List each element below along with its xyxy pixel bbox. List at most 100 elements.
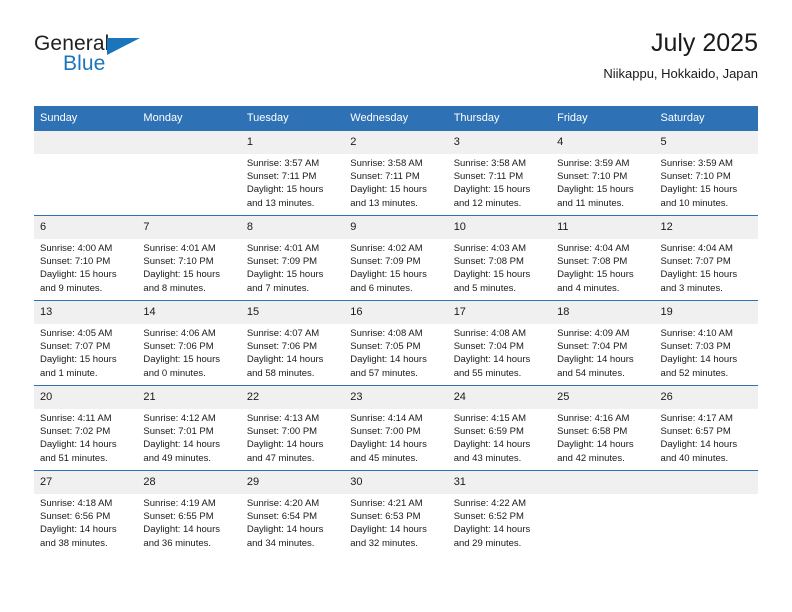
day-number: 14	[137, 301, 241, 324]
sunrise-text: Sunrise: 4:14 AM	[350, 413, 423, 424]
day-sun-info: Sunrise: 4:07 AM Sunset: 7:06 PM Daylight:…	[241, 324, 344, 380]
sunset-text: Sunset: 7:10 PM	[557, 171, 628, 183]
daylight-text: Daylight: 15 hours and 13 minutes.	[246, 184, 324, 209]
day-sun-info: Sunrise: 4:01 AM Sunset: 7:10 PM Daylight:…	[137, 239, 240, 295]
day-number: 9	[344, 216, 448, 239]
calendar-day-cell[interactable]: 31 Sunrise: 4:22 AM Sunset: 6:52 PM Dayligh…	[447, 470, 552, 555]
calendar-day-cell[interactable]: 22 Sunrise: 4:13 AM Sunset: 7:00 PM Dayligh…	[240, 385, 345, 471]
calendar-page: General Blue July 2025 Niikappu, Hokkaid…	[0, 0, 792, 612]
weekday-header-wednesday: Wednesday	[344, 106, 448, 131]
weekday-header-sunday: Sunday	[34, 106, 138, 131]
calendar-day-cell[interactable]: 14 Sunrise: 4:06 AM Sunset: 7:06 PM Dayligh…	[137, 300, 241, 386]
day-number	[34, 131, 138, 154]
calendar-day-cell[interactable]: 13 Sunrise: 4:05 AM Sunset: 7:07 PM Dayligh…	[34, 300, 138, 386]
day-number: 12	[654, 216, 758, 239]
page-title: July 2025	[650, 29, 758, 57]
sunset-text: Sunset: 6:56 PM	[40, 511, 111, 523]
brand-logo[interactable]: General Blue	[34, 32, 164, 84]
sunrise-text: Sunrise: 4:05 AM	[40, 328, 113, 339]
weekday-header-saturday: Saturday	[654, 106, 758, 131]
weekday-header-thursday: Thursday	[447, 106, 552, 131]
day-sun-info: Sunrise: 4:01 AM Sunset: 7:09 PM Daylight:…	[241, 239, 344, 295]
daylight-text: Daylight: 14 hours and 43 minutes.	[453, 439, 531, 464]
calendar-day-cell[interactable]: 6 Sunrise: 4:00 AM Sunset: 7:10 PM Daylight…	[34, 215, 138, 301]
calendar-day-cell[interactable]: 23 Sunrise: 4:14 AM Sunset: 7:00 PM Dayligh…	[344, 385, 448, 471]
calendar-day-cell[interactable]: 29 Sunrise: 4:20 AM Sunset: 6:54 PM Dayligh…	[240, 470, 345, 555]
calendar-day-cell[interactable]: 3 Sunrise: 3:58 AM Sunset: 7:11 PM Daylight…	[447, 131, 552, 216]
day-sun-info: Sunrise: 4:18 AM Sunset: 6:56 PM Daylight:…	[34, 494, 137, 550]
daylight-text: Daylight: 14 hours and 38 minutes.	[40, 524, 117, 549]
sunrise-text: Sunrise: 4:01 AM	[246, 243, 320, 254]
calendar-week-row: 13 Sunrise: 4:05 AM Sunset: 7:07 PM Dayligh…	[34, 300, 758, 386]
calendar-day-cell[interactable]: 5 Sunrise: 3:59 AM Sunset: 7:10 PM Daylight…	[654, 131, 758, 216]
day-number	[137, 131, 241, 154]
calendar-day-cell[interactable]: 8 Sunrise: 4:01 AM Sunset: 7:09 PM Daylight…	[240, 215, 345, 301]
daylight-text: Daylight: 15 hours and 9 minutes.	[40, 269, 117, 294]
daylight-text: Daylight: 15 hours and 6 minutes.	[350, 269, 427, 294]
sunrise-text: Sunrise: 4:06 AM	[143, 328, 216, 339]
calendar-day-cell[interactable]: 17 Sunrise: 4:08 AM Sunset: 7:04 PM Dayligh…	[447, 300, 552, 386]
calendar-day-cell[interactable]: 21 Sunrise: 4:12 AM Sunset: 7:01 PM Dayligh…	[137, 385, 241, 471]
day-number: 24	[447, 386, 552, 409]
calendar-day-cell[interactable]: 9 Sunrise: 4:02 AM Sunset: 7:09 PM Daylight…	[344, 215, 448, 301]
sunset-text: Sunset: 7:02 PM	[40, 426, 111, 438]
sunrise-text: Sunrise: 4:04 AM	[557, 243, 630, 254]
day-sun-info: Sunrise: 4:06 AM Sunset: 7:06 PM Daylight:…	[137, 324, 240, 380]
daylight-text: Daylight: 14 hours and 49 minutes.	[143, 439, 220, 464]
calendar-day-cell[interactable]: 20 Sunrise: 4:11 AM Sunset: 7:02 PM Dayligh…	[34, 385, 138, 471]
calendar-day-cell[interactable]: 11 Sunrise: 4:04 AM Sunset: 7:08 PM Dayligh…	[551, 215, 655, 301]
sunset-text: Sunset: 7:11 PM	[453, 171, 524, 183]
daylight-text: Daylight: 15 hours and 12 minutes.	[453, 184, 531, 209]
calendar-day-cell[interactable]: 28 Sunrise: 4:19 AM Sunset: 6:55 PM Dayligh…	[137, 470, 241, 555]
sunrise-text: Sunrise: 4:04 AM	[660, 243, 733, 254]
sunset-text: Sunset: 6:57 PM	[660, 426, 731, 438]
calendar-day-cell[interactable]: 30 Sunrise: 4:21 AM Sunset: 6:53 PM Dayligh…	[344, 470, 448, 555]
calendar-day-cell[interactable]: 19 Sunrise: 4:10 AM Sunset: 7:03 PM Dayligh…	[654, 300, 758, 386]
day-sun-info: Sunrise: 4:04 AM Sunset: 7:08 PM Daylight:…	[551, 239, 654, 295]
calendar-day-cell[interactable]: 7 Sunrise: 4:01 AM Sunset: 7:10 PM Daylight…	[137, 215, 241, 301]
calendar-week-row: 20 Sunrise: 4:11 AM Sunset: 7:02 PM Dayligh…	[34, 385, 758, 471]
day-sun-info: Sunrise: 4:03 AM Sunset: 7:08 PM Daylight:…	[448, 239, 551, 295]
calendar-day-cell[interactable]: 15 Sunrise: 4:07 AM Sunset: 7:06 PM Dayligh…	[240, 300, 345, 386]
sunset-text: Sunset: 7:00 PM	[246, 426, 318, 438]
calendar-day-cell[interactable]: 27 Sunrise: 4:18 AM Sunset: 6:56 PM Dayligh…	[34, 470, 138, 555]
sunset-text: Sunset: 6:52 PM	[453, 511, 524, 523]
daylight-text: Daylight: 14 hours and 57 minutes.	[350, 354, 427, 379]
calendar-day-cell[interactable]: 25 Sunrise: 4:16 AM Sunset: 6:58 PM Dayligh…	[551, 385, 655, 471]
daylight-text: Daylight: 14 hours and 42 minutes.	[557, 439, 634, 464]
day-sun-info: Sunrise: 4:08 AM Sunset: 7:04 PM Daylight:…	[448, 324, 551, 380]
sunrise-text: Sunrise: 4:15 AM	[453, 413, 527, 424]
calendar-day-cell[interactable]: 10 Sunrise: 4:03 AM Sunset: 7:08 PM Dayligh…	[447, 215, 552, 301]
calendar-day-cell[interactable]: 26 Sunrise: 4:17 AM Sunset: 6:57 PM Dayligh…	[654, 385, 758, 471]
sunrise-text: Sunrise: 3:58 AM	[453, 158, 527, 169]
day-sun-info: Sunrise: 4:12 AM Sunset: 7:01 PM Daylight:…	[137, 409, 240, 465]
calendar-day-cell[interactable]: 12 Sunrise: 4:04 AM Sunset: 7:07 PM Dayligh…	[654, 215, 758, 301]
calendar-day-cell[interactable]: 16 Sunrise: 4:08 AM Sunset: 7:05 PM Dayligh…	[344, 300, 448, 386]
calendar-day-cell[interactable]: 1 Sunrise: 3:57 AM Sunset: 7:11 PM Daylight…	[240, 131, 345, 216]
day-number: 31	[447, 471, 552, 494]
calendar-day-cell[interactable]: 24 Sunrise: 4:15 AM Sunset: 6:59 PM Dayligh…	[447, 385, 552, 471]
calendar-day-cell[interactable]: 18 Sunrise: 4:09 AM Sunset: 7:04 PM Dayligh…	[551, 300, 655, 386]
day-sun-info: Sunrise: 3:59 AM Sunset: 7:10 PM Daylight:…	[551, 154, 654, 210]
calendar-day-cell[interactable]: 4 Sunrise: 3:59 AM Sunset: 7:10 PM Daylight…	[551, 131, 655, 216]
sunrise-text: Sunrise: 3:58 AM	[350, 158, 423, 169]
calendar-day-cell[interactable]: 2 Sunrise: 3:58 AM Sunset: 7:11 PM Daylight…	[344, 131, 448, 216]
day-number: 30	[344, 471, 448, 494]
sunrise-text: Sunrise: 4:16 AM	[557, 413, 630, 424]
day-number: 13	[34, 301, 138, 324]
day-number: 2	[344, 131, 448, 154]
sunset-text: Sunset: 7:04 PM	[557, 341, 628, 353]
day-sun-info: Sunrise: 4:13 AM Sunset: 7:00 PM Daylight:…	[241, 409, 344, 465]
calendar-day-cell-empty	[34, 131, 138, 216]
day-sun-info: Sunrise: 4:16 AM Sunset: 6:58 PM Daylight:…	[551, 409, 654, 465]
day-number: 1	[240, 131, 345, 154]
sunset-text: Sunset: 6:59 PM	[453, 426, 524, 438]
day-number: 10	[447, 216, 552, 239]
day-sun-info: Sunrise: 3:58 AM Sunset: 7:11 PM Daylight:…	[344, 154, 447, 210]
sunset-text: Sunset: 7:09 PM	[350, 256, 421, 268]
sunset-text: Sunset: 7:10 PM	[660, 171, 731, 183]
day-number: 7	[137, 216, 241, 239]
day-sun-info: Sunrise: 4:02 AM Sunset: 7:09 PM Daylight:…	[344, 239, 447, 295]
sunset-text: Sunset: 7:08 PM	[557, 256, 628, 268]
day-number: 5	[654, 131, 758, 154]
